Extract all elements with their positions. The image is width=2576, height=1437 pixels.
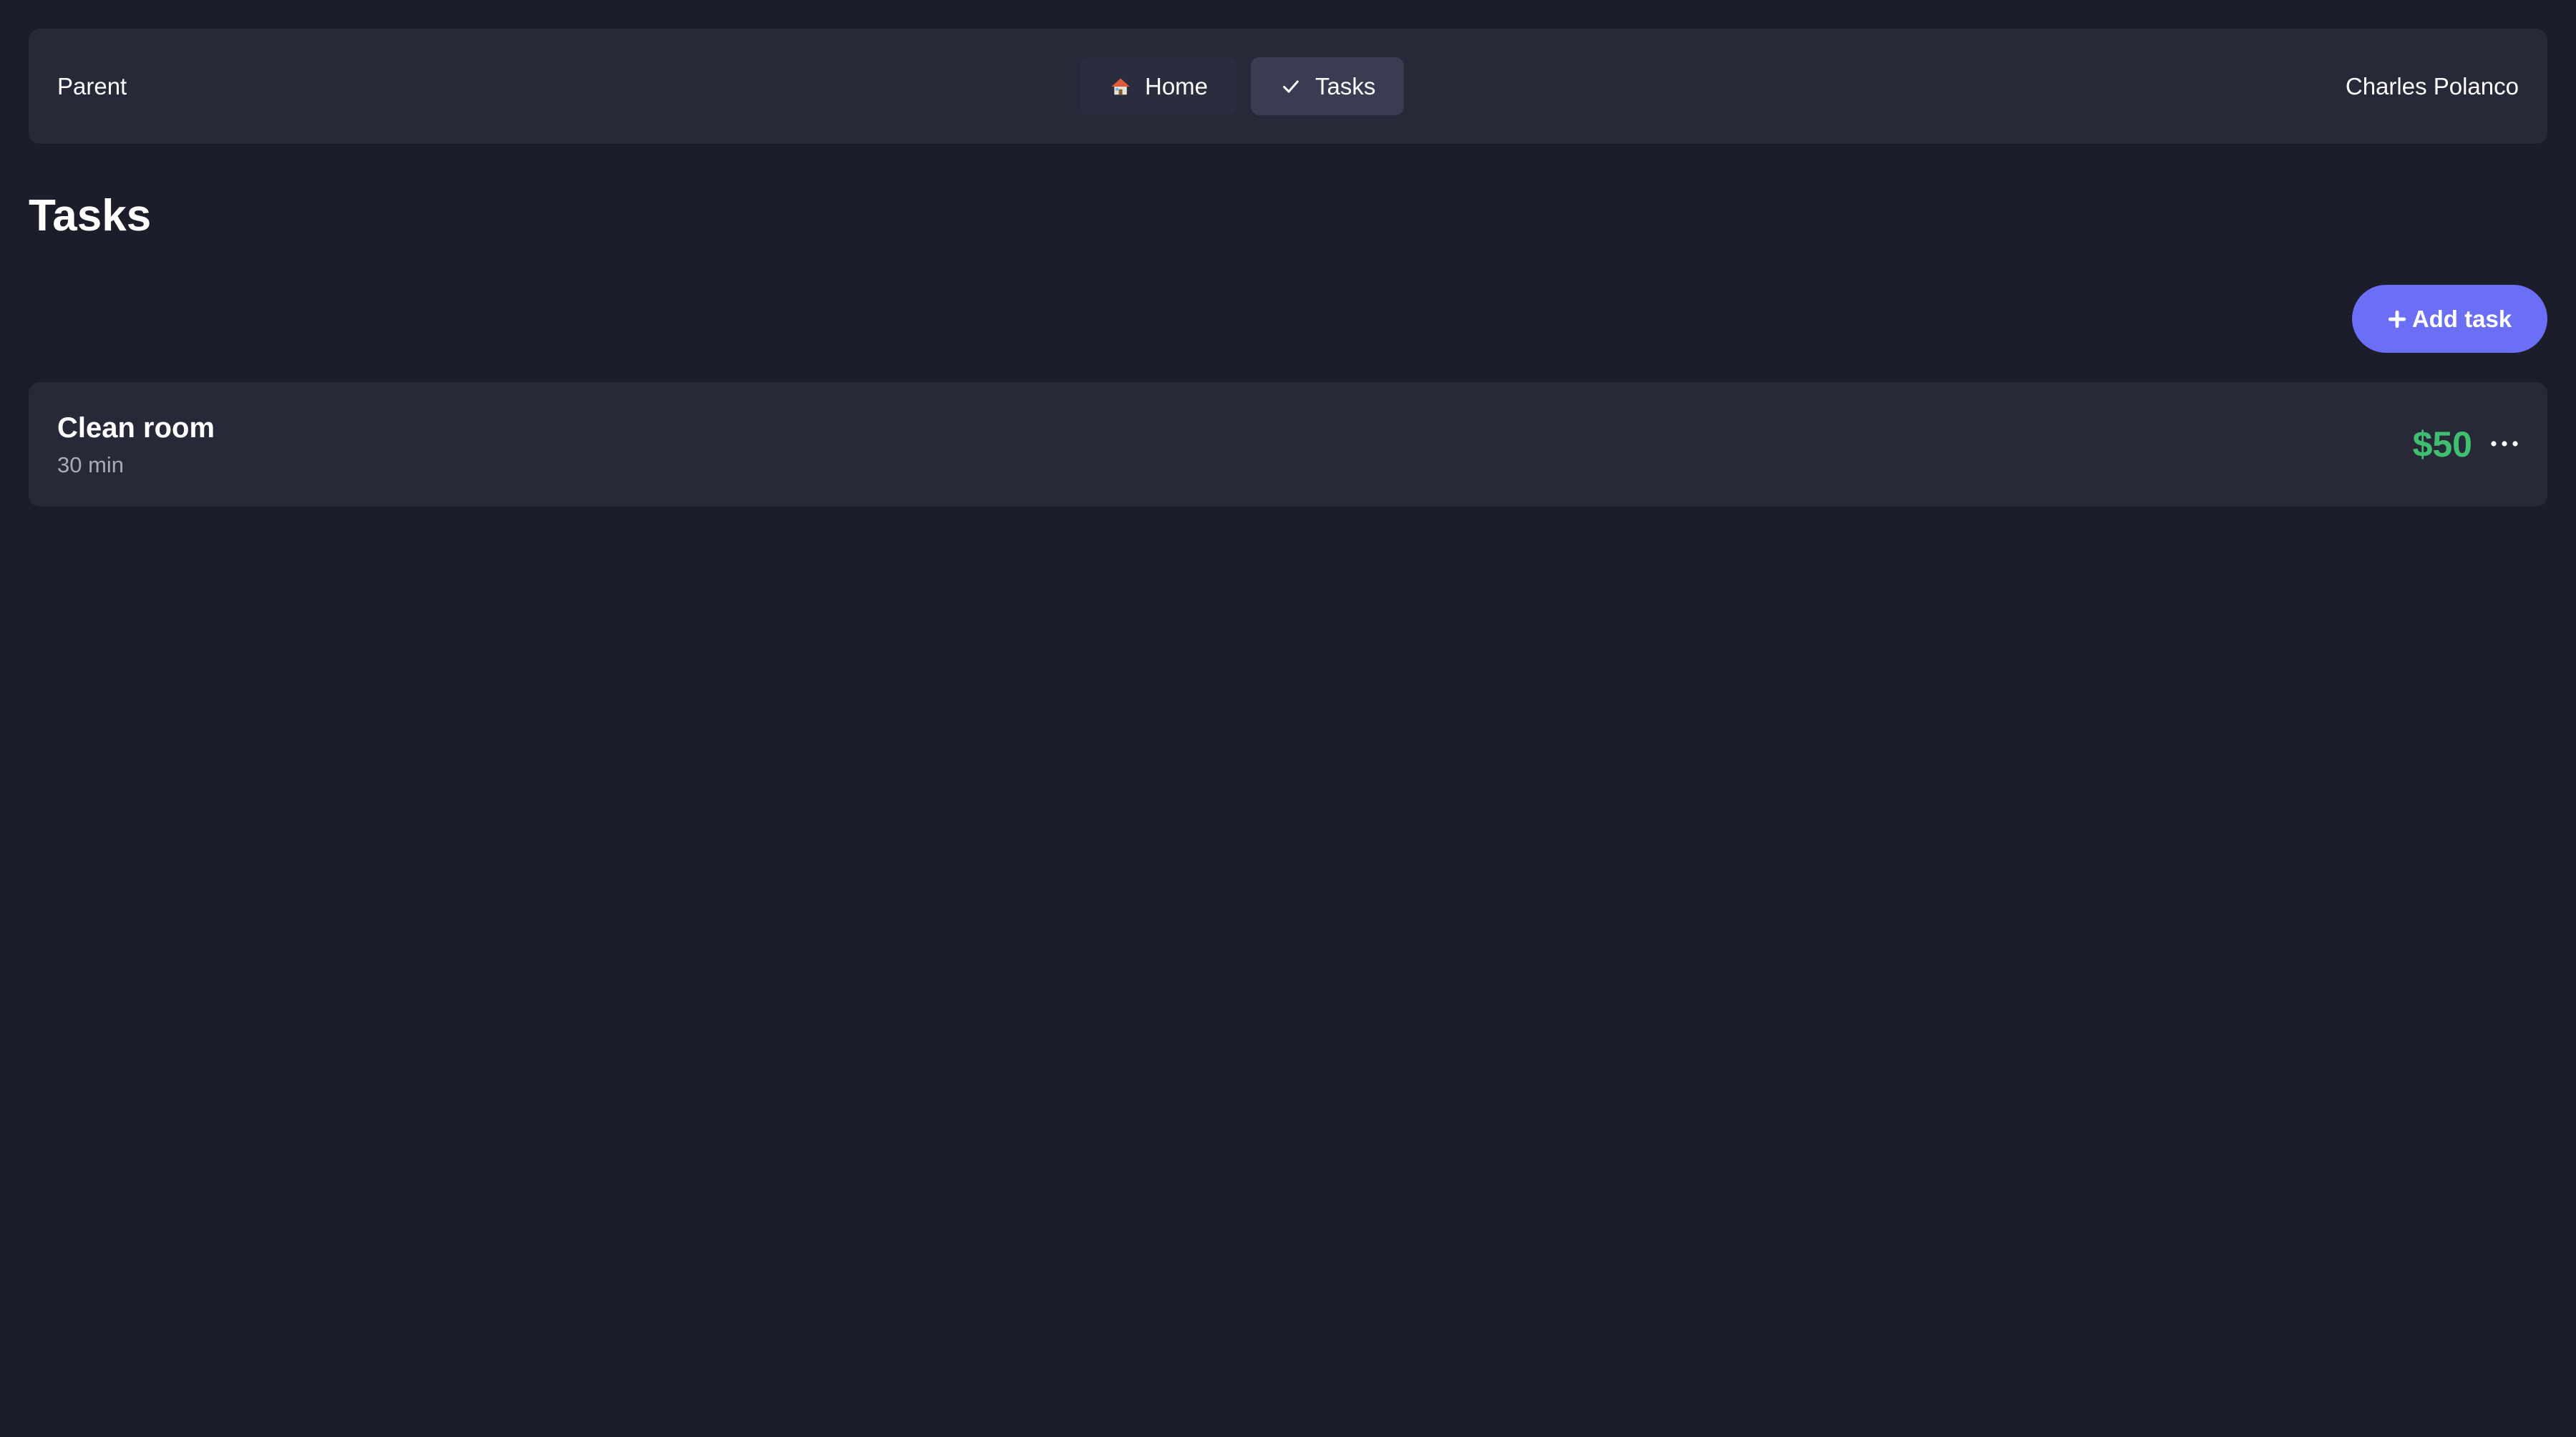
nav-item-tasks[interactable]: Tasks (1251, 57, 1405, 115)
more-horizontal-icon (2490, 438, 2519, 451)
nav-item-tasks-label: Tasks (1315, 72, 1376, 99)
nav-item-home-label: Home (1145, 72, 1209, 99)
checkmark-icon (1279, 75, 1302, 98)
task-title: Clean room (57, 412, 215, 444)
brand-label: Parent (57, 73, 127, 99)
nav-item-home[interactable]: Home (1080, 57, 1237, 115)
user-name[interactable]: Charles Polanco (2346, 29, 2519, 144)
house-icon (1109, 75, 1132, 98)
main-nav: Home Tasks (1080, 57, 1405, 115)
task-reward: $50 (2412, 424, 2472, 464)
add-task-label: Add task (2411, 305, 2512, 332)
top-navigation-bar: Parent Home Tasks Charles Polanco (29, 29, 2547, 144)
task-duration: 30 min (57, 452, 125, 477)
add-task-button[interactable]: Add task (2352, 285, 2547, 353)
plus-icon (2388, 305, 2406, 333)
task-menu-button[interactable] (2489, 430, 2520, 459)
task-card[interactable]: Clean room 30 min $50 (29, 382, 2547, 507)
page-title: Tasks (29, 191, 152, 240)
